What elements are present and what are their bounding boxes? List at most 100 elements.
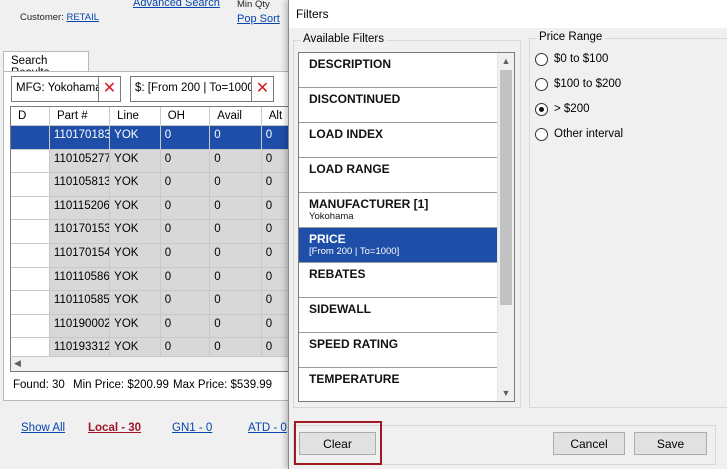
cell-avail[interactable]: 0 <box>210 243 262 267</box>
cell-avail[interactable]: 0 <box>210 126 262 149</box>
cell-alt[interactable]: 0 <box>261 149 291 173</box>
remove-chip-price-button[interactable]: ✕ <box>252 76 274 102</box>
cell-d[interactable] <box>11 220 50 243</box>
table-row[interactable]: 110110586 YOK 0 0 0 <box>11 267 291 292</box>
filter-item-load-index[interactable]: LOAD INDEX <box>299 123 498 158</box>
cell-alt[interactable]: 0 <box>261 243 291 267</box>
cell-d[interactable] <box>11 173 50 196</box>
filter-item-description[interactable]: DESCRIPTION <box>299 53 498 88</box>
cell-alt[interactable]: 0 <box>261 314 291 338</box>
cell-line[interactable]: YOK <box>110 196 161 220</box>
tab-search-results[interactable]: Search Results <box>3 51 89 79</box>
scroll-down-icon[interactable]: ▼ <box>498 385 514 401</box>
scroll-left-icon[interactable]: ◀ <box>14 358 21 369</box>
cell-part[interactable]: 110190002 <box>49 314 111 338</box>
cell-d[interactable] <box>11 126 50 149</box>
cell-oh[interactable]: 0 <box>160 267 211 291</box>
clear-button[interactable]: Clear <box>299 432 376 455</box>
price-option-100-200[interactable]: $100 to $200 <box>535 76 621 92</box>
price-option-other[interactable]: Other interval <box>535 126 623 142</box>
cell-avail[interactable]: 0 <box>210 314 262 338</box>
cell-oh[interactable]: 0 <box>160 126 211 149</box>
cell-part[interactable]: 110170153 <box>49 220 111 243</box>
cell-alt[interactable]: 0 <box>261 220 291 243</box>
radio-selected-icon[interactable] <box>535 102 548 116</box>
price-option-over-200[interactable]: > $200 <box>535 101 590 117</box>
cancel-button[interactable]: Cancel <box>553 432 625 455</box>
cell-oh[interactable]: 0 <box>160 173 211 196</box>
table-row[interactable]: 110170154 YOK 0 0 0 <box>11 243 291 268</box>
cell-line[interactable]: YOK <box>110 291 161 314</box>
cell-part[interactable]: 110115206 <box>49 196 111 220</box>
filter-item-manufacturer-1[interactable]: MANUFACTURER [1] Yokohama <box>299 193 498 228</box>
table-row[interactable]: 110115206 YOK 0 0 0 <box>11 196 291 221</box>
cell-avail[interactable]: 0 <box>210 173 262 196</box>
cell-line[interactable]: YOK <box>110 220 161 243</box>
cell-alt[interactable]: 0 <box>261 291 291 314</box>
cell-d[interactable] <box>11 149 50 173</box>
cell-line[interactable]: YOK <box>110 243 161 267</box>
cell-d[interactable] <box>11 314 50 338</box>
cell-oh[interactable]: 0 <box>160 196 211 220</box>
radio-icon[interactable] <box>535 52 548 66</box>
filter-item-load-range[interactable]: LOAD RANGE <box>299 158 498 193</box>
cell-avail[interactable]: 0 <box>210 196 262 220</box>
cell-alt[interactable]: 0 <box>261 126 291 149</box>
table-row[interactable]: 110105813 YOK 0 0 0 <box>11 173 291 197</box>
cell-alt[interactable]: 0 <box>261 267 291 291</box>
cell-line[interactable]: YOK <box>110 149 161 173</box>
filter-item-discontinued[interactable]: DISCONTINUED <box>299 88 498 123</box>
cell-oh[interactable]: 0 <box>160 314 211 338</box>
cell-line[interactable]: YOK <box>110 267 161 291</box>
filter-item-rebates[interactable]: REBATES <box>299 263 498 298</box>
cell-part[interactable]: 110170154 <box>49 243 111 267</box>
column-header-line[interactable]: Line <box>110 107 161 125</box>
radio-icon[interactable] <box>535 77 548 91</box>
pop-sort-link[interactable]: Pop Sort <box>237 13 280 25</box>
atd-link[interactable]: ATD - 0 <box>248 422 287 434</box>
save-button[interactable]: Save <box>634 432 707 455</box>
cell-oh[interactable]: 0 <box>160 149 211 173</box>
column-header-oh[interactable]: OH <box>161 107 211 125</box>
local-link[interactable]: Local - 30 <box>88 422 141 434</box>
filter-item-speed-rating[interactable]: SPEED RATING <box>299 333 498 368</box>
table-row[interactable]: 110170183 YOK 0 0 0 <box>11 126 291 150</box>
cell-d[interactable] <box>11 196 50 220</box>
remove-chip-mfg-button[interactable]: ✕ <box>99 76 121 102</box>
filter-item-price[interactable]: PRICE [From 200 | To=1000] <box>299 228 498 263</box>
cell-oh[interactable]: 0 <box>160 243 211 267</box>
cell-oh[interactable]: 0 <box>160 220 211 243</box>
cell-d[interactable] <box>11 267 50 291</box>
cell-d[interactable] <box>11 291 50 314</box>
column-header-d[interactable]: D <box>11 107 50 125</box>
cell-avail[interactable]: 0 <box>210 267 262 291</box>
filter-list-scrollbar[interactable]: ▲ ▼ <box>497 53 514 401</box>
cell-part[interactable]: 110170183 <box>49 126 111 149</box>
column-header-part[interactable]: Part # <box>50 107 111 125</box>
scroll-up-icon[interactable]: ▲ <box>498 53 514 69</box>
cell-alt[interactable]: 0 <box>261 173 291 196</box>
table-row[interactable]: 110110585 YOK 0 0 0 <box>11 291 291 315</box>
cell-line[interactable]: YOK <box>110 173 161 196</box>
filter-item-sidewall[interactable]: SIDEWALL <box>299 298 498 333</box>
column-header-alt[interactable]: Alt <box>262 107 291 125</box>
price-option-0-100[interactable]: $0 to $100 <box>535 51 608 67</box>
column-header-avail[interactable]: Avail <box>210 107 262 125</box>
cell-oh[interactable]: 0 <box>160 291 211 314</box>
cell-alt[interactable]: 0 <box>261 196 291 220</box>
gn1-link[interactable]: GN1 - 0 <box>172 422 212 434</box>
table-row[interactable]: 110190002 YOK 0 0 0 <box>11 314 291 339</box>
cell-line[interactable]: YOK <box>110 126 161 149</box>
cell-part[interactable]: 110105277 <box>49 149 111 173</box>
cell-part[interactable]: 110105813 <box>49 173 111 196</box>
horizontal-scrollbar[interactable]: ◀ <box>10 356 292 372</box>
table-row[interactable]: 110105277 YOK 0 0 0 <box>11 149 291 174</box>
advanced-search-link[interactable]: Advanced Search <box>133 0 220 9</box>
show-all-link[interactable]: Show All <box>21 422 65 434</box>
filter-item-temperature[interactable]: TEMPERATURE <box>299 368 498 401</box>
cell-avail[interactable]: 0 <box>210 220 262 243</box>
cell-part[interactable]: 110110585 <box>49 291 111 314</box>
cell-d[interactable] <box>11 243 50 267</box>
cell-avail[interactable]: 0 <box>210 149 262 173</box>
cell-line[interactable]: YOK <box>110 314 161 338</box>
